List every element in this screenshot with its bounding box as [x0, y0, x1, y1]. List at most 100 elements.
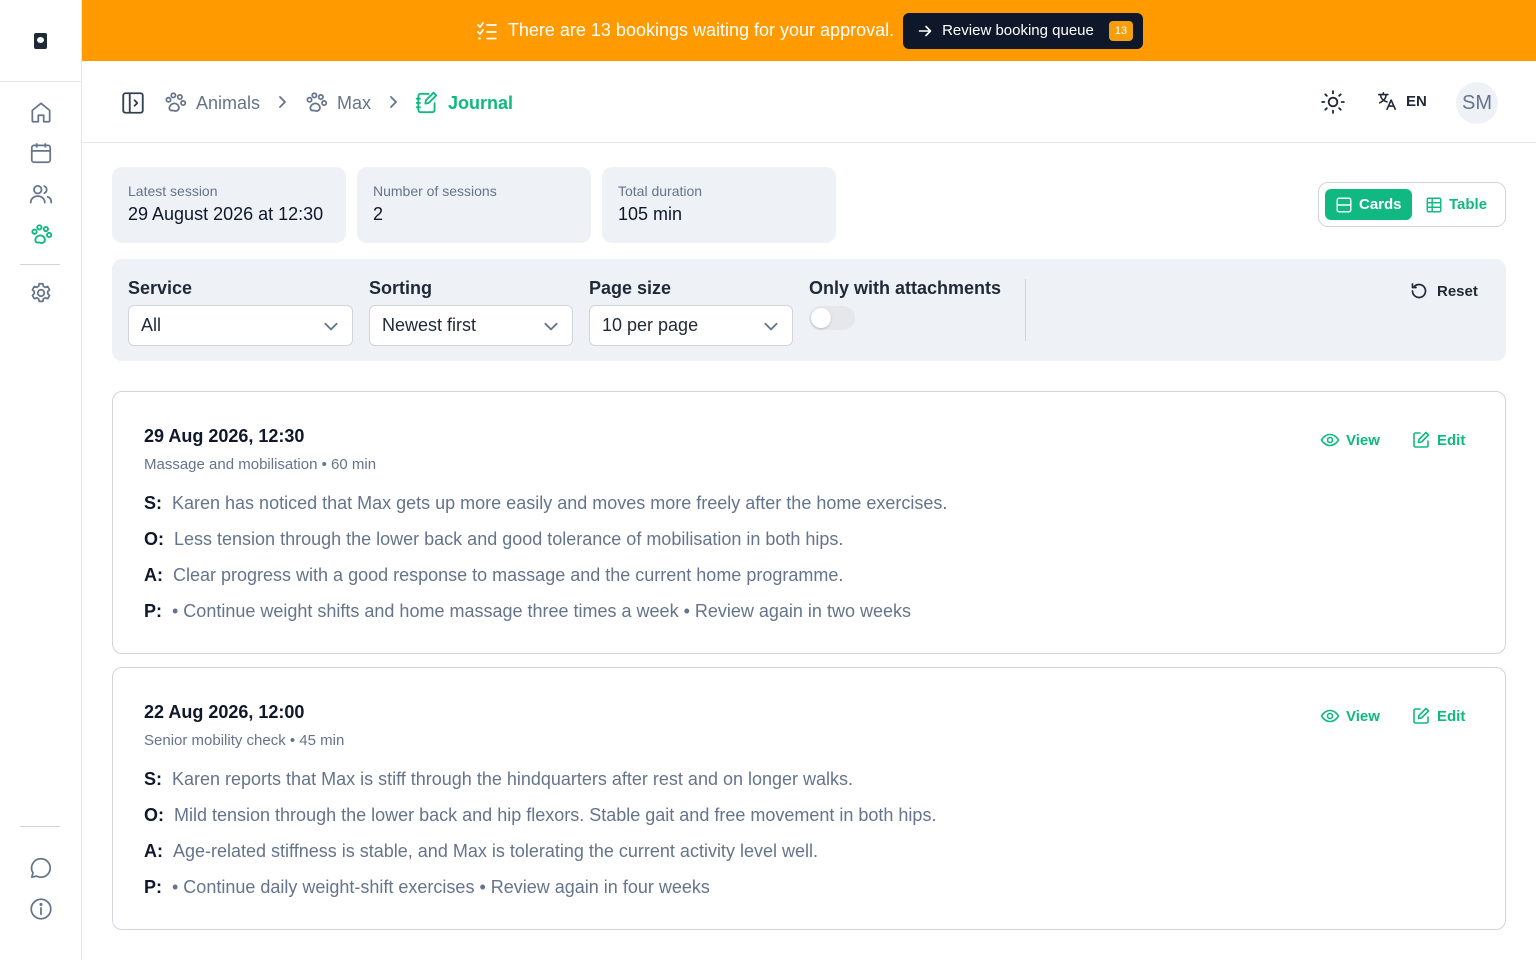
breadcrumb-animals[interactable]: Animals — [162, 89, 260, 117]
soap-subjective: S: Karen has noticed that Max gets up mo… — [144, 493, 947, 514]
attachments-toggle[interactable] — [809, 306, 855, 330]
cards-label: Cards — [1359, 196, 1402, 213]
stat-value: 105 min — [618, 204, 683, 224]
users-icon[interactable] — [28, 181, 54, 207]
home-icon[interactable] — [28, 99, 54, 125]
edit-button[interactable]: Edit — [1411, 430, 1465, 450]
edit-label: Edit — [1437, 431, 1466, 449]
sidebar-toggle-icon[interactable] — [120, 90, 146, 116]
entry-subtitle: Senior mobility check • 45 min — [144, 732, 345, 749]
soap-key: A: — [144, 841, 163, 861]
view-button[interactable]: View — [1320, 706, 1380, 726]
table-view-button[interactable]: Table — [1415, 189, 1497, 220]
review-booking-queue-label: Review booking queue — [942, 22, 1094, 39]
view-mode-toggle: Cards Table — [1318, 182, 1506, 227]
stat-total-duration: Total duration 105 min — [602, 167, 836, 243]
soap-text: • Continue weight shifts and home massag… — [172, 601, 911, 621]
view-button[interactable]: View — [1320, 430, 1380, 450]
cards-icon — [1335, 196, 1353, 214]
entry-subtitle: Massage and mobilisation • 60 min — [144, 456, 377, 473]
entry-date: 29 Aug 2026, 12:30 — [144, 426, 305, 446]
paw-icon — [303, 90, 329, 116]
top-header: Animals Max Journal EN SM — [82, 62, 1536, 143]
entry-date: 22 Aug 2026, 12:00 — [144, 702, 305, 722]
sun-icon[interactable] — [1320, 89, 1346, 115]
reset-button[interactable]: Reset — [1409, 281, 1478, 301]
arrow-right-icon — [917, 23, 933, 39]
notebook-pen-icon — [414, 90, 440, 116]
language-label: EN — [1406, 92, 1427, 110]
sidebar — [0, 0, 82, 960]
soap-key: O: — [144, 529, 164, 549]
soap-key: S: — [144, 493, 162, 513]
stat-value: 2 — [373, 204, 384, 224]
app-logo[interactable] — [0, 0, 81, 82]
avatar[interactable]: SM — [1456, 82, 1498, 124]
stat-latest-session: Latest session 29 August 2026 at 12:30 — [112, 167, 346, 243]
soap-text: Age-related stiffness is stable, and Max… — [173, 841, 818, 861]
soap-text: Karen reports that Max is stiff through … — [172, 769, 854, 789]
edit-label: Edit — [1437, 707, 1466, 725]
breadcrumb-label: Journal — [448, 92, 514, 113]
review-booking-queue-button[interactable]: Review booking queue 13 — [903, 12, 1144, 49]
page-size-select[interactable]: 10 per page — [589, 305, 793, 346]
chat-icon[interactable] — [28, 855, 54, 881]
soap-text: Mild tension through the lower back and … — [174, 805, 937, 825]
chevron-down-icon — [542, 317, 560, 335]
filter-bar: Service All Sorting Newest first Page si… — [112, 259, 1506, 361]
journal-entry-card: 22 Aug 2026, 12:00 Senior mobility check… — [112, 667, 1506, 930]
stat-label: Total duration — [618, 183, 703, 199]
soap-objective: O: Less tension through the lower back a… — [144, 529, 843, 550]
reset-icon — [1409, 281, 1429, 301]
soap-text: Clear progress with a good response to m… — [173, 565, 844, 585]
sorting-value: Newest first — [382, 315, 477, 335]
filter-divider — [1025, 279, 1026, 341]
soap-key: A: — [144, 565, 163, 585]
sidebar-divider — [20, 264, 60, 265]
soap-assessment: A: Age-related stiffness is stable, and … — [144, 841, 818, 862]
breadcrumb-journal: Journal — [414, 89, 513, 117]
table-icon — [1425, 196, 1443, 214]
toggle-knob — [811, 308, 831, 328]
soap-assessment: A: Clear progress with a good response t… — [144, 565, 843, 586]
chevron-down-icon — [762, 317, 780, 335]
service-select[interactable]: All — [128, 305, 353, 346]
soap-key: O: — [144, 805, 164, 825]
soap-key: P: — [144, 877, 162, 897]
view-label: View — [1346, 431, 1380, 449]
soap-subjective: S: Karen reports that Max is stiff throu… — [144, 769, 853, 790]
sorting-select[interactable]: Newest first — [369, 305, 573, 346]
service-value: All — [141, 315, 162, 335]
edit-icon — [1411, 430, 1431, 450]
service-label: Service — [128, 278, 193, 298]
breadcrumb-label: Animals — [196, 92, 261, 113]
soap-key: S: — [144, 769, 162, 789]
eye-icon — [1320, 706, 1340, 726]
eye-icon — [1320, 430, 1340, 450]
soap-key: P: — [144, 601, 162, 621]
logo-icon — [34, 32, 47, 49]
soap-text: • Continue daily weight-shift exercises … — [172, 877, 710, 897]
stat-label: Latest session — [128, 183, 218, 199]
breadcrumb-max[interactable]: Max — [303, 89, 371, 117]
gear-icon[interactable] — [28, 280, 54, 306]
soap-plan: P: • Continue daily weight-shift exercis… — [144, 877, 710, 898]
stat-number-of-sessions: Number of sessions 2 — [357, 167, 591, 243]
banner-message: There are 13 bookings waiting for your a… — [507, 20, 895, 40]
reset-label: Reset — [1437, 282, 1478, 300]
cards-view-button[interactable]: Cards — [1325, 189, 1412, 220]
calendar-icon[interactable] — [28, 140, 54, 166]
edit-button[interactable]: Edit — [1411, 706, 1465, 726]
soap-objective: O: Mild tension through the lower back a… — [144, 805, 936, 826]
chevron-right-icon — [385, 94, 401, 110]
translate-icon — [1376, 90, 1398, 112]
sidebar-divider — [20, 826, 60, 827]
soap-text: Less tension through the lower back and … — [174, 529, 844, 549]
stat-label: Number of sessions — [373, 183, 497, 199]
chevron-right-icon — [274, 94, 290, 110]
info-icon[interactable] — [28, 896, 54, 922]
language-switcher[interactable]: EN — [1376, 90, 1427, 112]
paw-icon[interactable] — [28, 222, 54, 248]
checklist-icon — [475, 19, 499, 43]
journal-entry-card: 29 Aug 2026, 12:30 Massage and mobilisat… — [112, 391, 1506, 654]
